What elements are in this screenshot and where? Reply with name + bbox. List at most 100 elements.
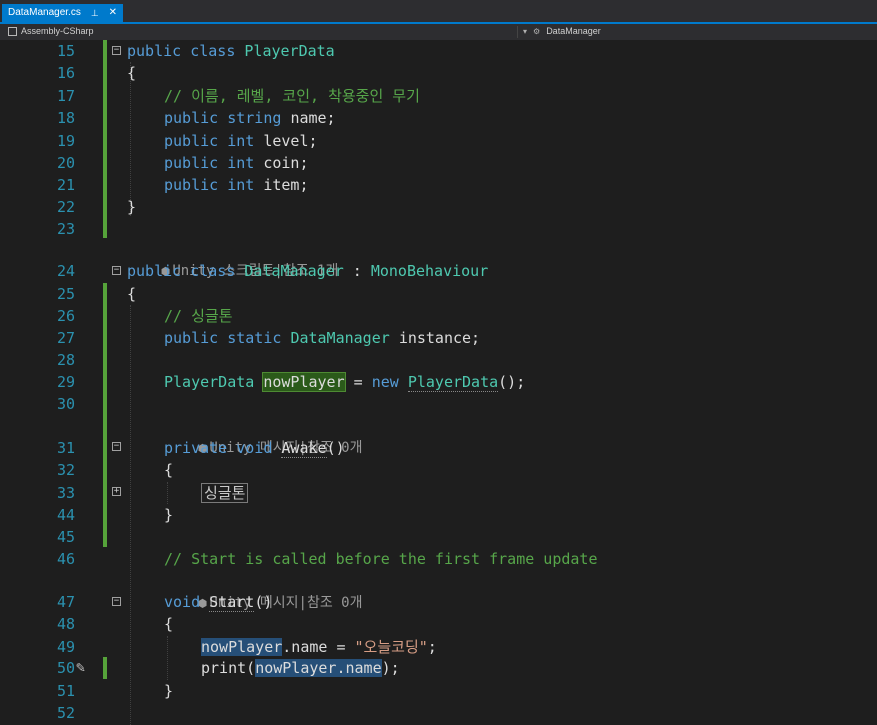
highlighted-variable[interactable]: nowPlayer (262, 372, 346, 392)
keyword: public (164, 109, 219, 127)
code-text: } (127, 198, 137, 216)
line-number: 46 (56, 550, 75, 568)
line-number: 19 (56, 132, 75, 150)
line-number: 17 (56, 87, 75, 105)
code-line-current[interactable]: 50 ✎ print(nowPlayer.name); (0, 657, 877, 679)
identifier: name; (290, 109, 336, 127)
member-name: DataManager (546, 26, 601, 36)
code-line[interactable]: 24 public class DataManager : MonoBehavi… (0, 260, 877, 282)
identifier: instance; (398, 329, 481, 347)
highlighted-variable[interactable]: nowPlayer (201, 638, 283, 656)
line-number: 27 (56, 329, 75, 347)
code-line[interactable]: 30 (0, 393, 877, 415)
code-line[interactable]: 28 (0, 349, 877, 371)
line-number: 21 (56, 176, 75, 194)
project-icon (8, 26, 17, 36)
code-line[interactable]: 25 { (0, 283, 877, 305)
code-line[interactable]: 27 public static DataManager instance; (0, 327, 877, 349)
punctuation: (); (498, 373, 526, 391)
type-keyword: int (227, 132, 255, 150)
line-number: 47 (56, 593, 75, 611)
close-icon[interactable]: ✕ (109, 4, 117, 22)
code-line[interactable]: 32 { (0, 459, 877, 481)
keyword: private void (164, 439, 273, 457)
punctuation: ; (427, 638, 437, 656)
line-number: 51 (56, 682, 75, 700)
line-number: 24 (56, 262, 75, 280)
keyword: public class (127, 262, 236, 280)
keyword: public (164, 132, 219, 150)
comment: // Start is called before the first fram… (164, 550, 598, 568)
type-name: PlayerData (164, 373, 255, 391)
line-number: 20 (56, 154, 75, 172)
code-line[interactable]: 20 public int coin; (0, 152, 877, 174)
pin-icon[interactable]: ⊥ (91, 4, 99, 22)
type-keyword: string (227, 109, 282, 127)
code-line[interactable]: 45 (0, 526, 877, 548)
line-number: 15 (56, 42, 75, 60)
line-number: 48 (56, 615, 75, 633)
punctuation: () (326, 439, 345, 457)
comment: // 이름, 레벨, 코인, 착용중인 무기 (164, 87, 420, 105)
code-line[interactable]: 29 PlayerData nowPlayer = new PlayerData… (0, 371, 877, 393)
colon: : (343, 262, 371, 280)
type-name: PlayerData (407, 373, 499, 392)
navigation-bar: Assembly-CSharp ▾ ⚙ DataManager (0, 24, 877, 40)
class-name: DataManager (244, 262, 344, 280)
line-number: 28 (56, 351, 75, 369)
code-line[interactable]: 44 } (0, 504, 877, 526)
type-keyword: int (227, 154, 255, 172)
line-number: 32 (56, 461, 75, 479)
code-line[interactable]: 51 } (0, 680, 877, 702)
type-name: DataManager (290, 329, 390, 347)
comment: // 싱글톤 (164, 307, 233, 325)
collapsed-region[interactable]: 싱글톤 (201, 483, 249, 503)
code-editor[interactable]: − − − + − 15 public class PlayerData 16 … (0, 40, 877, 725)
string-literal: "오늘코딩" (354, 638, 428, 656)
code-line[interactable]: 19 public int level; (0, 130, 877, 152)
code-line[interactable]: 16 { (0, 62, 877, 84)
line-number: 33 (56, 484, 75, 502)
code-line[interactable]: 15 public class PlayerData (0, 40, 877, 62)
selected-text[interactable]: nowPlayer.name (255, 659, 382, 677)
code-line[interactable]: 49 nowPlayer.name = "오늘코딩"; (0, 636, 877, 658)
method-call: print( (201, 659, 256, 677)
project-name: Assembly-CSharp (21, 26, 94, 36)
keyword: public (164, 176, 219, 194)
punctuation: ); (381, 659, 400, 677)
keyword: public class (127, 42, 245, 60)
code-line[interactable]: 17 // 이름, 레벨, 코인, 착용중인 무기 (0, 85, 877, 107)
line-number: 29 (56, 373, 75, 391)
code-line[interactable]: 23 (0, 218, 877, 240)
keyword: public (164, 154, 219, 172)
code-line[interactable]: 46 // Start is called before the first f… (0, 548, 877, 570)
project-dropdown[interactable]: Assembly-CSharp (8, 26, 94, 36)
code-line[interactable]: 26 // 싱글톤 (0, 305, 877, 327)
tab-title: DataManager.cs (8, 7, 81, 18)
code-line[interactable]: 18 public string name; (0, 107, 877, 129)
operator: = (344, 373, 372, 391)
line-number: 50 (56, 659, 75, 677)
line-number: 44 (56, 506, 75, 524)
code-line[interactable]: 31 private void Awake() (0, 437, 877, 459)
identifier: level; (263, 132, 318, 150)
line-number: 31 (56, 439, 75, 457)
member-dropdown[interactable]: ▾ ⚙ DataManager (523, 26, 601, 36)
code-line[interactable]: 33 싱글톤 (0, 482, 877, 504)
code-line[interactable]: 48 { (0, 613, 877, 635)
code-line[interactable]: 22 } (0, 196, 877, 218)
line-number: 23 (56, 220, 75, 238)
punctuation: () (254, 593, 273, 611)
chevron-down-icon: ▾ (523, 26, 528, 36)
nav-divider (517, 26, 518, 38)
class-name: PlayerData (244, 42, 335, 60)
member-access: .name = (282, 638, 355, 656)
keyword: void (164, 593, 201, 611)
quick-action-icon[interactable]: ✎ (76, 658, 85, 676)
identifier: item; (263, 176, 309, 194)
code-line[interactable]: 47 void Start() (0, 591, 877, 613)
line-number: 30 (56, 395, 75, 413)
code-line[interactable]: 21 public int item; (0, 174, 877, 196)
tab-datamanager[interactable]: DataManager.cs ⊥ ✕ (2, 4, 124, 22)
method-name: Start (209, 593, 255, 612)
